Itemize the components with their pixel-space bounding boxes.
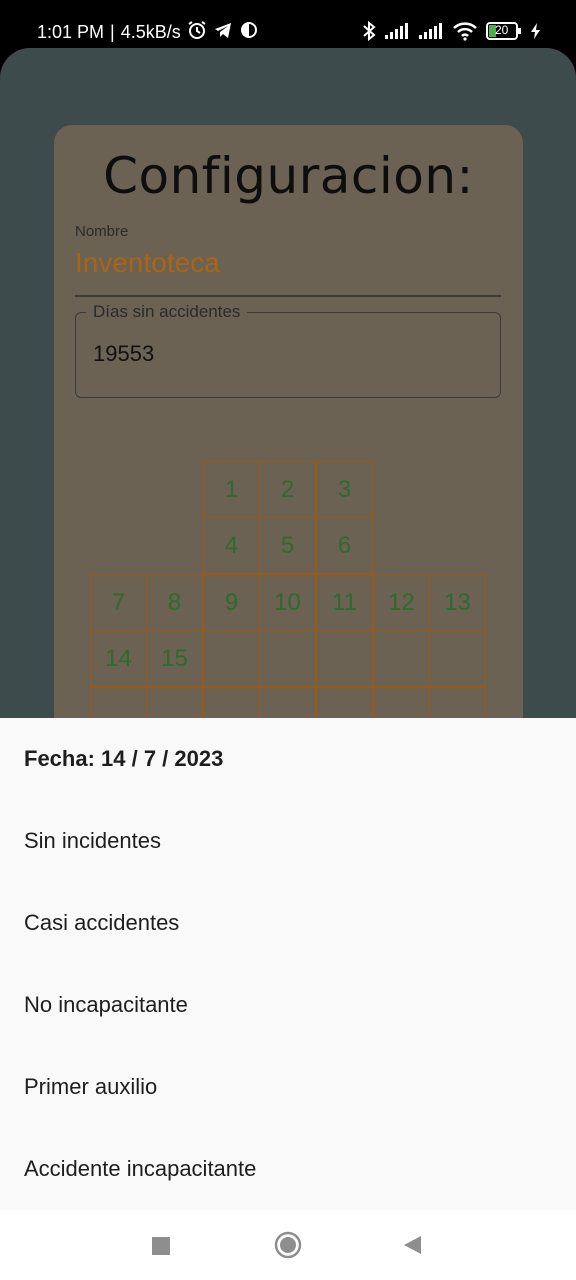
days-field-value[interactable]: 19553: [93, 341, 154, 367]
calendar-day[interactable]: [259, 630, 316, 687]
sheet-date-title: Fecha: 14 / 7 / 2023: [24, 746, 224, 771]
status-time: 1:01 PM: [37, 22, 105, 42]
calendar-day[interactable]: [429, 630, 486, 687]
calendar-day[interactable]: 13: [429, 574, 486, 631]
page-title: Configuracion:: [103, 147, 474, 205]
calendar-day[interactable]: 10: [259, 574, 316, 631]
status-left: 1:01 PM | 4.5kB/s: [37, 20, 259, 45]
battery-icon: 20: [486, 22, 522, 45]
calendar-day[interactable]: 6: [316, 517, 373, 574]
calendar-day[interactable]: [373, 630, 430, 687]
charging-icon: [530, 22, 542, 45]
days-field-label: Días sin accidentes: [86, 302, 248, 322]
option-casi-accidentes[interactable]: Casi accidentes: [0, 882, 576, 964]
telegram-icon: [213, 20, 233, 45]
calendar-day[interactable]: 9: [203, 574, 260, 631]
calendar-day[interactable]: 14: [90, 630, 147, 687]
config-card: Configuracion: Nombre Inventoteca Días s…: [54, 125, 523, 745]
signal-icon: [418, 22, 444, 45]
status-right: 20: [362, 20, 542, 47]
back-icon[interactable]: [401, 1234, 423, 1261]
calendar-day[interactable]: [203, 630, 260, 687]
app-icon: [239, 20, 259, 45]
signal-icon: [384, 22, 410, 45]
option-accidente-incapacitante[interactable]: Accidente incapacitante: [0, 1128, 576, 1210]
calendar-day[interactable]: 11: [316, 574, 373, 631]
option-primer-auxilio[interactable]: Primer auxilio: [0, 1046, 576, 1128]
calendar-day[interactable]: 3: [316, 461, 373, 518]
alarm-icon: [187, 20, 207, 45]
option-no-incapacitante[interactable]: No incapacitante: [0, 964, 576, 1046]
calendar-day[interactable]: 8: [146, 574, 203, 631]
calendar-day[interactable]: 7: [90, 574, 147, 631]
calendar-day[interactable]: 4: [203, 517, 260, 574]
battery-level: 20: [495, 23, 509, 37]
calendar-day[interactable]: 2: [259, 461, 316, 518]
option-sin-incidentes[interactable]: Sin incidentes: [0, 800, 576, 882]
bluetooth-icon: [362, 20, 376, 47]
nav-bar: [0, 1210, 576, 1280]
days-field[interactable]: Días sin accidentes 19553: [75, 302, 501, 398]
bottom-sheet: Fecha: 14 / 7 / 2023 Sin incidentes Casi…: [0, 718, 576, 1210]
home-icon[interactable]: [274, 1231, 302, 1264]
name-field-underline: [75, 295, 501, 297]
calendar-day[interactable]: 5: [259, 517, 316, 574]
calendar-day[interactable]: 1: [203, 461, 260, 518]
calendar-day[interactable]: [316, 630, 373, 687]
wifi-icon: [452, 21, 478, 46]
name-field[interactable]: Inventoteca: [75, 247, 220, 279]
calendar-day[interactable]: 12: [373, 574, 430, 631]
calendar-day[interactable]: 15: [146, 630, 203, 687]
status-net-speed: 4.5kB/s: [120, 22, 181, 42]
name-field-label: Nombre: [75, 223, 129, 240]
recents-icon[interactable]: [150, 1235, 172, 1262]
